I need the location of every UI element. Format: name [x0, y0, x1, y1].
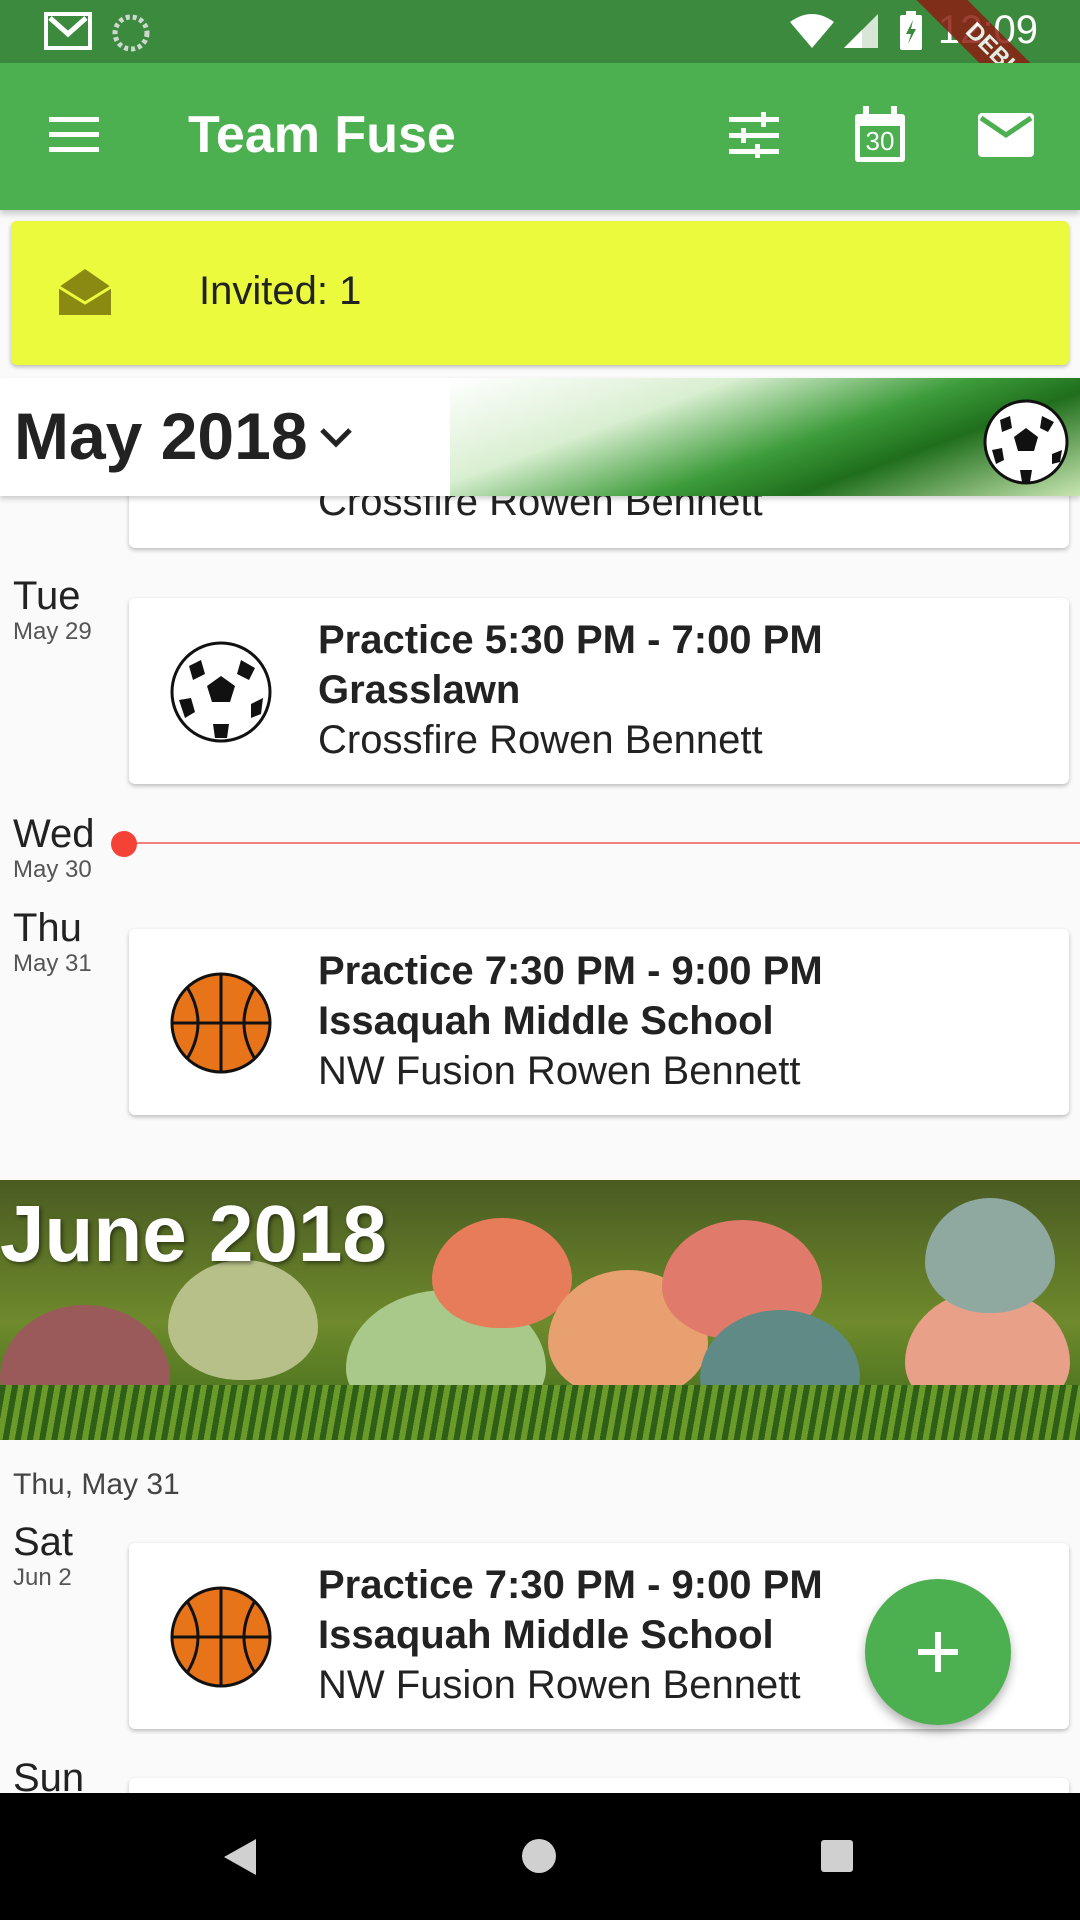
event-time-text: Practice 5:30 PM - 7:00 PM — [318, 618, 823, 662]
event-card[interactable]: Practice 5:30 PM - 7:00 PM Grasslawn Cro… — [129, 598, 1069, 784]
messages-button[interactable] — [974, 103, 1038, 167]
system-nav-bar — [0, 1793, 1080, 1920]
day-label: Tue May 29 — [13, 574, 92, 646]
soccer-ball-icon — [170, 641, 272, 743]
current-time-dot — [111, 831, 137, 857]
filter-button[interactable] — [722, 103, 786, 167]
grass-image — [0, 1385, 1080, 1440]
status-bar: 12:09 DEBUG — [0, 0, 1080, 156]
tune-icon — [729, 112, 779, 158]
day-date: Jun 2 — [13, 1564, 72, 1591]
plus-icon — [918, 1632, 958, 1672]
calendar-day-text: 30 — [865, 126, 895, 156]
open-envelope-icon — [58, 269, 112, 315]
signal-icon — [842, 12, 880, 55]
day-name: Sat — [13, 1520, 74, 1564]
battery-icon — [898, 10, 924, 57]
day-name: Wed — [13, 812, 95, 856]
month-header[interactable]: May 2018 — [0, 378, 1080, 496]
back-icon[interactable] — [222, 1837, 258, 1877]
soccer-ball-icon — [983, 399, 1069, 485]
month-label: May 2018 — [14, 399, 308, 473]
event-team-text: NW Fusion Rowen Bennett — [318, 1049, 801, 1093]
day-label: Wed May 30 — [13, 812, 95, 884]
day-date: May 29 — [13, 618, 92, 645]
event-card[interactable]: Practice 7:30 PM - 9:00 PM Issaquah Midd… — [129, 929, 1069, 1115]
june-month-banner: June 2018 — [0, 1180, 1080, 1440]
invite-count-label: Invited: 1 — [199, 269, 362, 313]
event-time-text: Practice 7:30 PM - 9:00 PM — [318, 1563, 823, 1607]
section-date-label: Thu, May 31 — [13, 1468, 180, 1501]
app-bar: Team Fuse 30 — [0, 63, 1080, 210]
day-name: Thu — [13, 906, 82, 950]
easter-egg-image — [925, 1198, 1055, 1313]
recents-icon[interactable] — [820, 1839, 854, 1873]
wifi-icon — [788, 12, 836, 55]
invite-banner[interactable]: Invited: 1 — [11, 221, 1069, 365]
day-label: Thu May 31 — [13, 906, 92, 978]
event-location-text: Issaquah Middle School — [318, 1613, 774, 1657]
event-team-text: NW Fusion Rowen Bennett — [318, 1663, 801, 1707]
day-name: Tue — [13, 574, 81, 618]
current-time-line — [112, 842, 1080, 844]
chevron-down-icon[interactable] — [318, 426, 354, 450]
basketball-icon — [170, 972, 272, 1074]
menu-icon — [49, 117, 99, 152]
calendar-button[interactable]: 30 — [848, 103, 912, 167]
sync-icon — [112, 14, 150, 57]
event-team-text: Crossfire Rowen Bennett — [318, 718, 763, 762]
event-location-text: Grasslawn — [318, 668, 521, 712]
day-date: May 30 — [13, 856, 92, 883]
easter-egg-image — [432, 1218, 572, 1328]
add-event-button[interactable] — [865, 1579, 1011, 1725]
event-time-text: Practice 7:30 PM - 9:00 PM — [318, 949, 823, 993]
home-icon[interactable] — [520, 1837, 558, 1875]
mail-icon — [978, 113, 1034, 157]
day-label: Sat Jun 2 — [13, 1520, 73, 1592]
basketball-icon — [170, 1586, 272, 1688]
app-title: Team Fuse — [188, 106, 456, 164]
june-month-label: June 2018 — [0, 1189, 387, 1278]
day-date: May 31 — [13, 950, 92, 977]
menu-button[interactable] — [42, 103, 106, 167]
gmail-icon — [44, 12, 92, 55]
event-location-text: Issaquah Middle School — [318, 999, 774, 1043]
